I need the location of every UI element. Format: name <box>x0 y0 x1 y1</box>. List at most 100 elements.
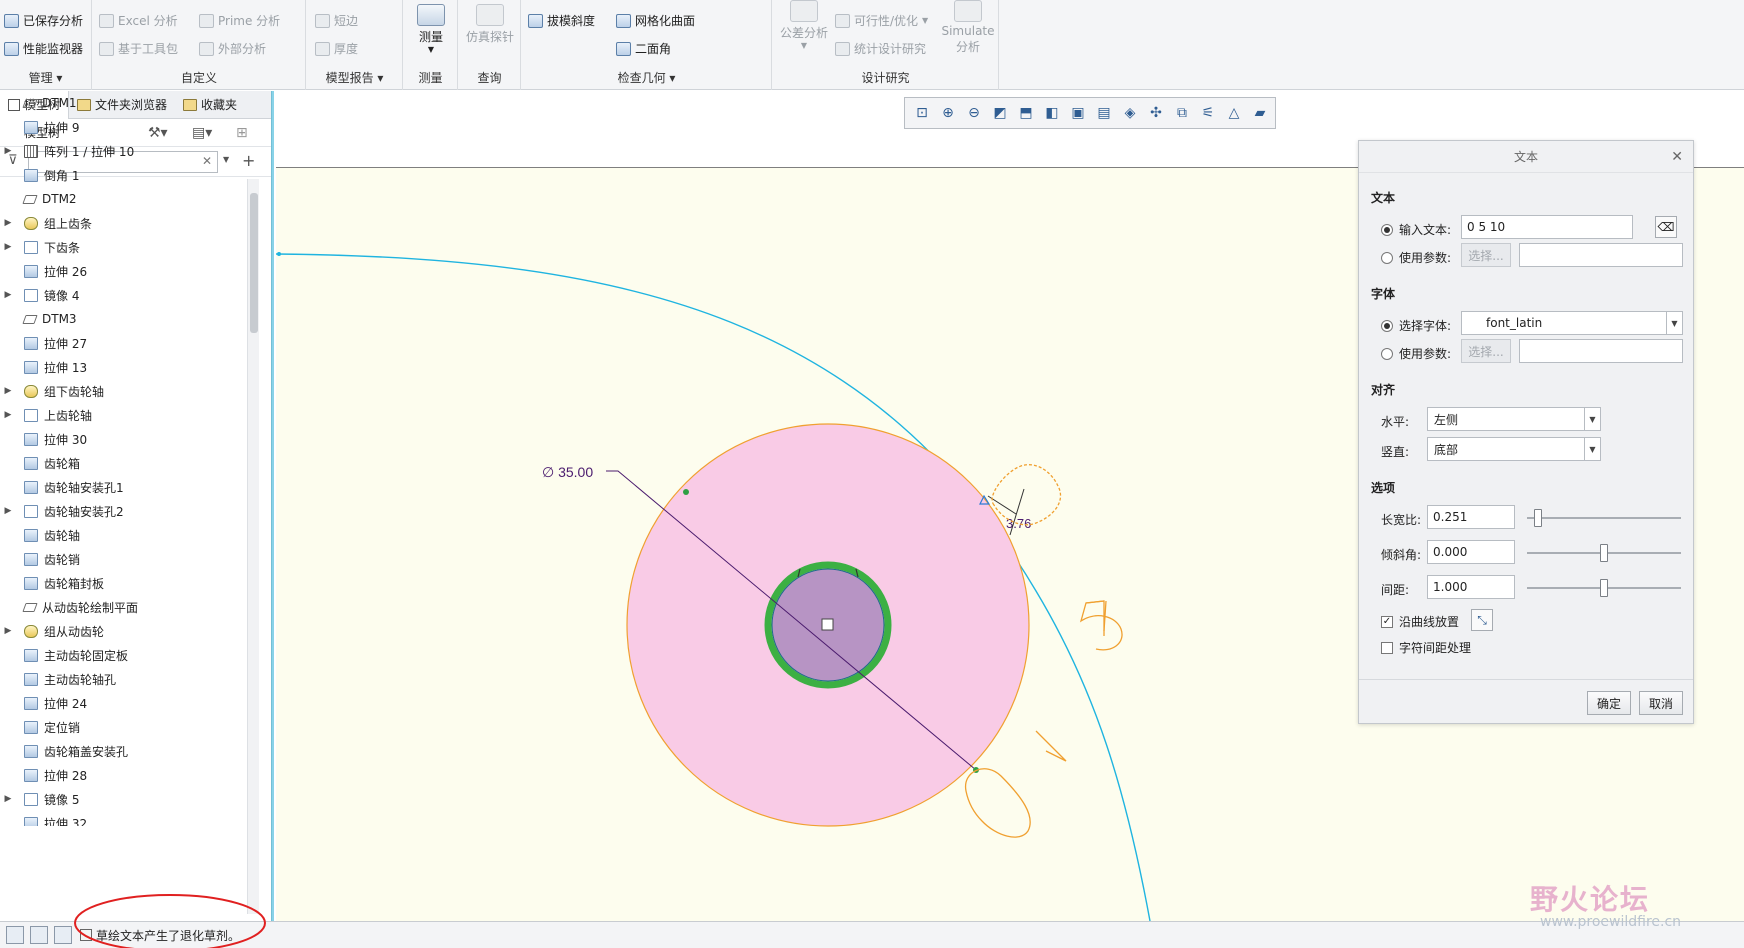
tree-item[interactable]: ▶ 镜像 4 <box>0 283 246 307</box>
tree-item[interactable]: 倒角 1 <box>0 163 246 187</box>
navigator-toggle-icon[interactable] <box>6 926 24 944</box>
tree-item[interactable]: 拉伸 27 <box>0 331 246 355</box>
tree-item[interactable]: 主动齿轮轴孔 <box>0 667 246 691</box>
aspect-slider[interactable] <box>1527 509 1681 527</box>
tree-item[interactable]: 齿轮箱封板 <box>0 571 246 595</box>
short-edge-button[interactable]: 短边 <box>315 12 358 29</box>
along-curve-checkbox[interactable]: ✓ <box>1381 615 1393 628</box>
select-param-button[interactable]: 选择... <box>1461 243 1511 267</box>
tree-item[interactable]: 拉伸 13 <box>0 355 246 379</box>
tree-item[interactable]: 齿轮箱盖安装孔 <box>0 739 246 763</box>
small-dimension[interactable]: 3.76 <box>1006 516 1031 531</box>
tree-item[interactable]: ▶ 下齿条 <box>0 235 246 259</box>
statistical-study-button[interactable]: 统计设计研究 <box>835 40 926 57</box>
font-param-field[interactable] <box>1519 339 1683 363</box>
expand-arrow-icon[interactable]: ▶ <box>0 290 16 300</box>
draft-button[interactable]: 拔模斜度 <box>528 12 595 29</box>
select-font-option[interactable]: 选择字体: <box>1381 317 1451 334</box>
tree-item[interactable]: ▶ 组从动齿轮 <box>0 619 246 643</box>
char-spacing-checkbox[interactable] <box>1381 641 1393 654</box>
origin-marker[interactable] <box>821 618 834 631</box>
font-select-param-button[interactable]: 选择... <box>1461 339 1511 363</box>
tree-item[interactable]: 齿轮销 <box>0 547 246 571</box>
text-symbol-button[interactable]: ⌫ <box>1655 216 1677 238</box>
tree-item[interactable]: ▶ 组下齿轮轴 <box>0 379 246 403</box>
ok-button[interactable]: 确定 <box>1587 691 1631 715</box>
tree-item[interactable]: 齿轮轴安装孔1 <box>0 475 246 499</box>
mesh-surface-button[interactable]: 网格化曲面 <box>616 12 695 29</box>
expand-arrow-icon[interactable]: ▶ <box>0 218 16 228</box>
tolerance-analysis-button[interactable]: 公差分析 ▼ <box>775 0 833 50</box>
tree-item[interactable]: ▶ 镜像 5 <box>0 787 246 811</box>
use-param-option[interactable]: 使用参数: <box>1381 249 1451 266</box>
tree-item[interactable]: DTM2 <box>0 187 246 211</box>
vertical-select[interactable]: 底部 ▼ <box>1427 437 1601 461</box>
dihedral-button[interactable]: 二面角 <box>616 40 671 57</box>
saved-analysis-button[interactable]: 已保存分析 <box>4 12 83 29</box>
tree-item[interactable]: 定位销 <box>0 715 246 739</box>
flip-curve-button[interactable]: ⤡ <box>1471 609 1493 631</box>
browser-toggle-icon[interactable] <box>30 926 48 944</box>
toolkit-analysis-button[interactable]: 基于工具包 <box>99 40 178 57</box>
radio-use-param[interactable] <box>1381 251 1393 264</box>
tree-item[interactable]: 拉伸 24 <box>0 691 246 715</box>
measure-button[interactable]: 测量 ▼ <box>408 0 454 54</box>
tree-item[interactable]: DTM3 <box>0 307 246 331</box>
tree-item[interactable]: 主动齿轮固定板 <box>0 643 246 667</box>
tree-scrollbar[interactable] <box>247 179 259 914</box>
font-use-param-option[interactable]: 使用参数: <box>1381 345 1451 362</box>
radio-font-use-param[interactable] <box>1381 347 1393 360</box>
scrollbar-thumb[interactable] <box>250 193 258 333</box>
diameter-dimension[interactable]: ∅ 35.00 <box>542 464 593 480</box>
tree-item[interactable]: ▶ 阵列 1 / 拉伸 10 <box>0 139 246 163</box>
slant-input[interactable]: 0.000 <box>1427 540 1515 564</box>
horizontal-select[interactable]: 左侧 ▼ <box>1427 407 1601 431</box>
excel-analysis-button[interactable]: Excel 分析 <box>99 12 178 29</box>
tree-item[interactable]: 齿轮箱 <box>0 451 246 475</box>
slant-slider[interactable] <box>1527 544 1681 562</box>
spacing-slider[interactable] <box>1527 579 1681 597</box>
aspect-input[interactable]: 0.251 <box>1427 505 1515 529</box>
simulate-analysis-button[interactable]: Simulate 分析 <box>939 0 997 55</box>
spacing-slider-thumb[interactable] <box>1600 579 1608 597</box>
char-spacing-option[interactable]: 字符间距处理 <box>1381 639 1471 656</box>
expand-arrow-icon[interactable]: ▶ <box>0 506 16 516</box>
tree-item[interactable]: ▶ 上齿轮轴 <box>0 403 246 427</box>
input-text-option[interactable]: 输入文本: <box>1381 221 1451 238</box>
external-analysis-button[interactable]: 外部分析 <box>199 40 266 57</box>
tree-item[interactable]: DTM1 <box>0 91 246 115</box>
tree-item[interactable]: 拉伸 30 <box>0 427 246 451</box>
tree-item[interactable]: 拉伸 26 <box>0 259 246 283</box>
panel-splitter[interactable] <box>271 91 274 921</box>
tree-item[interactable]: ▶ 齿轮轴安装孔2 <box>0 499 246 523</box>
cancel-button[interactable]: 取消 <box>1639 691 1683 715</box>
font-select[interactable]: font_latin ▼ <box>1461 311 1683 335</box>
tree-item[interactable]: 拉伸 28 <box>0 763 246 787</box>
thickness-button[interactable]: 厚度 <box>315 40 358 57</box>
input-text-field[interactable]: 0 5 10 <box>1461 215 1633 239</box>
spacing-input[interactable]: 1.000 <box>1427 575 1515 599</box>
prime-analysis-button[interactable]: Prime 分析 <box>199 12 280 29</box>
slant-slider-thumb[interactable] <box>1600 544 1608 562</box>
param-field[interactable] <box>1519 243 1683 267</box>
feasibility-button[interactable]: 可行性/优化 ▼ <box>835 12 928 29</box>
tree-item[interactable]: 拉伸 32 <box>0 811 246 826</box>
expand-arrow-icon[interactable]: ▶ <box>0 410 16 420</box>
close-icon[interactable]: ✕ <box>1671 149 1683 165</box>
performance-monitor-button[interactable]: 性能监视器 <box>4 40 83 57</box>
tree-item[interactable]: ▶ 组上齿条 <box>0 211 246 235</box>
ribbon-group-label[interactable]: 模型报告 ▾ <box>307 69 402 86</box>
along-curve-option[interactable]: ✓ 沿曲线放置 <box>1381 613 1459 630</box>
tree-item[interactable]: 拉伸 9 <box>0 115 246 139</box>
tree-item[interactable]: 齿轮轴 <box>0 523 246 547</box>
aspect-slider-thumb[interactable] <box>1534 509 1543 527</box>
radio-select-font[interactable] <box>1381 319 1393 332</box>
radio-input-text[interactable] <box>1381 223 1393 236</box>
expand-arrow-icon[interactable]: ▶ <box>0 794 16 804</box>
tree-item[interactable]: 从动齿轮绘制平面 <box>0 595 246 619</box>
expand-arrow-icon[interactable]: ▶ <box>0 386 16 396</box>
ribbon-group-label[interactable]: 管理 ▾ <box>0 69 91 86</box>
expand-arrow-icon[interactable]: ▶ <box>0 626 16 636</box>
ribbon-group-label[interactable]: 检查几何 ▾ <box>522 69 771 86</box>
sim-probe-button[interactable]: 仿真探针 <box>461 0 519 45</box>
